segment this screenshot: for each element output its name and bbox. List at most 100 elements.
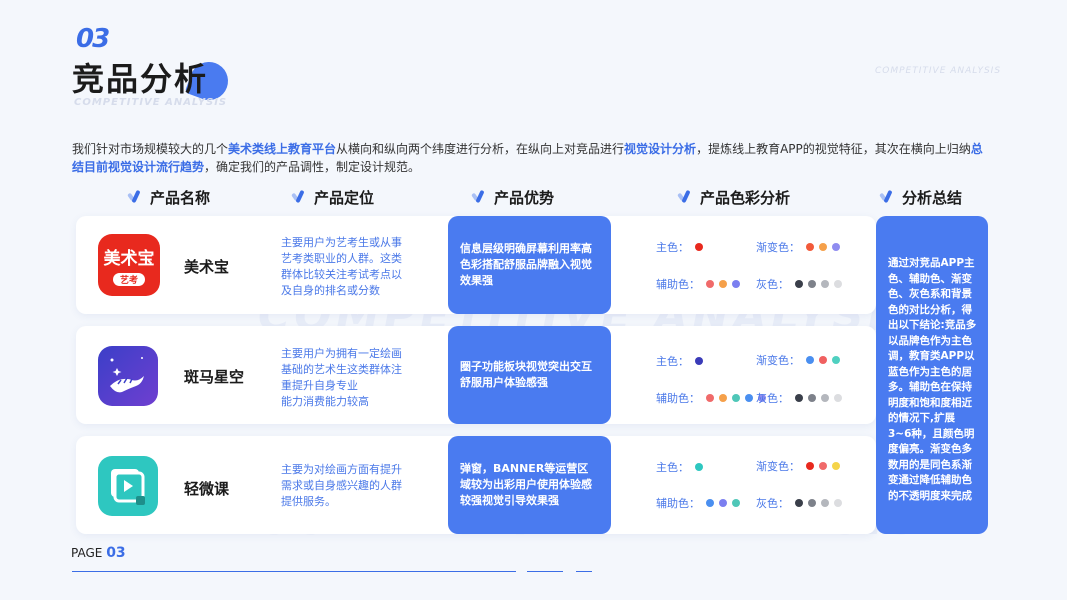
check-icon <box>678 190 692 204</box>
icon-text-sub: 艺考 <box>112 273 145 286</box>
gradient-color-label: 渐变色： <box>756 241 800 254</box>
intro-text-3: ，提炼线上教育APP的视觉特征，其次在横向上归纳 <box>696 142 971 156</box>
check-icon <box>292 190 306 204</box>
summary-text: 通过对竞品APP主色、辅助色、渐变色、灰色系和背景色的对比分析，得出以下结论:竞… <box>888 257 977 502</box>
column-header-summary: 分析总结 <box>880 186 962 208</box>
positioning-line: 主要用户为艺考生或从事 <box>281 236 402 249</box>
positioning-line: 主要为对绘画方面有提升 <box>281 463 402 476</box>
page-label: PAGE <box>71 546 103 560</box>
color-swatch <box>719 280 727 288</box>
column-header-label: 产品名称 <box>150 188 211 207</box>
auxiliary-color-row: 辅助色： <box>656 276 740 292</box>
auxiliary-color-row: 辅助色： <box>656 495 740 511</box>
page-title-en: COMPETITIVE ANALYSIS <box>74 97 228 108</box>
product-positioning: 主要为对绘画方面有提升 需求或自身感兴趣的人群 提供服务。 <box>281 462 402 510</box>
main-color-swatches <box>695 357 703 365</box>
color-swatch <box>834 394 842 402</box>
column-header-name: 产品名称 <box>128 186 210 208</box>
page-number: 03 <box>106 545 126 561</box>
color-swatch <box>832 356 840 364</box>
gradient-color-label: 渐变色： <box>756 354 800 367</box>
product-name: 美术宝 <box>184 258 230 276</box>
advantage-text: 信息层级明确屏幕利用率高色彩搭配舒服品牌融入视觉效果强 <box>460 242 592 287</box>
main-color-row: 主色： <box>656 459 703 475</box>
auxiliary-color-label: 辅助色： <box>656 497 700 510</box>
gradient-color-row: 渐变色： <box>756 458 840 474</box>
color-swatch <box>832 243 840 251</box>
positioning-line: 群体比较关注考试考点以 <box>281 268 402 281</box>
gradient-color-swatches <box>806 243 840 251</box>
color-swatch <box>819 356 827 364</box>
column-header-label: 产品优势 <box>494 188 555 207</box>
gray-color-swatches <box>795 394 842 402</box>
main-color-row: 主色： <box>656 239 703 255</box>
color-swatch <box>795 280 803 288</box>
gradient-color-swatches <box>806 462 840 470</box>
color-swatch <box>732 499 740 507</box>
color-swatch <box>819 462 827 470</box>
color-swatch <box>808 280 816 288</box>
auxiliary-color-swatches <box>706 499 740 507</box>
advantage-text: 圈子功能板块视觉突出交互舒服用户体验感强 <box>460 360 592 389</box>
gray-color-row: 灰色： <box>756 276 842 292</box>
product-positioning: 主要用户为艺考生或从事 艺考类职业的人群。这类 群体比较关注考试考点以 及自身的… <box>281 235 402 299</box>
positioning-line: 需求或自身感兴趣的人群 <box>281 479 402 492</box>
gray-color-swatches <box>795 499 842 507</box>
color-swatch <box>832 462 840 470</box>
column-header-label: 产品定位 <box>314 188 375 207</box>
auxiliary-color-label: 辅助色： <box>656 392 700 405</box>
gray-color-label: 灰色： <box>756 278 789 291</box>
auxiliary-color-label: 辅助色： <box>656 278 700 291</box>
product-name: 轻微课 <box>184 480 230 498</box>
check-icon <box>472 190 486 204</box>
column-header-label: 分析总结 <box>902 188 963 207</box>
footer-divider-line <box>72 571 516 572</box>
page-title: 竞品分析 <box>72 60 209 98</box>
color-swatch <box>834 499 842 507</box>
footer-divider-line <box>527 571 563 572</box>
intro-text-2: 从横向和纵向两个纬度进行分析，在纵向上对竞品进行 <box>336 142 625 156</box>
color-swatch <box>695 357 703 365</box>
color-swatch <box>819 243 827 251</box>
video-play-icon <box>111 469 145 505</box>
footer-divider-line <box>576 571 592 572</box>
positioning-line: 提供服务。 <box>281 495 336 508</box>
color-swatch <box>745 394 753 402</box>
product-advantage-card: 信息层级明确屏幕利用率高色彩搭配舒服品牌融入视觉效果强 <box>448 216 611 314</box>
intro-paragraph: 我们针对市场规模较大的几个美术类线上教育平台从横向和纵向两个纬度进行分析，在纵向… <box>72 140 992 176</box>
main-color-label: 主色： <box>656 355 689 368</box>
gradient-color-row: 渐变色： <box>756 239 840 255</box>
corner-watermark-text: COMPETITIVE ANALYSIS <box>875 66 1002 76</box>
intro-text-4: ，确定我们的产品调性，制定设计规范。 <box>204 160 421 174</box>
color-swatch <box>732 394 740 402</box>
color-swatch <box>821 499 829 507</box>
product-advantage-card: 弹窗，BANNER等运营区域较为出彩用户使用体验感较强视觉引导效果强 <box>448 436 611 534</box>
main-color-row: 主色： <box>656 353 703 369</box>
color-swatch <box>706 280 714 288</box>
color-swatch <box>808 394 816 402</box>
check-icon <box>128 190 142 204</box>
section-number: 03 <box>76 24 110 54</box>
zebra-star-icon <box>110 357 144 393</box>
color-swatch <box>695 463 703 471</box>
column-header-color-analysis: 产品色彩分析 <box>678 186 790 208</box>
icon-text-main: 美术宝 <box>103 249 155 269</box>
color-swatch <box>719 394 727 402</box>
color-swatch <box>808 499 816 507</box>
intro-text-1: 我们针对市场规模较大的几个 <box>72 142 229 156</box>
positioning-line: 重提升自身专业 <box>281 379 358 392</box>
product-name: 斑马星空 <box>184 368 245 386</box>
main-color-swatches <box>695 463 703 471</box>
color-swatch <box>706 394 714 402</box>
color-swatch <box>706 499 714 507</box>
product-advantage-card: 圈子功能板块视觉突出交互舒服用户体验感强 <box>448 326 611 424</box>
gradient-color-swatches <box>806 356 840 364</box>
positioning-line: 主要用户为拥有一定绘画 <box>281 347 402 360</box>
color-swatch <box>806 243 814 251</box>
gradient-color-label: 渐变色： <box>756 460 800 473</box>
gray-color-row: 灰色： <box>756 390 842 406</box>
intro-highlight-1: 美术类线上教育平台 <box>228 142 337 156</box>
column-header-advantage: 产品优势 <box>472 186 554 208</box>
analysis-summary-card: 通过对竞品APP主色、辅助色、渐变色、灰色系和背景色的对比分析，得出以下结论:竞… <box>876 216 988 534</box>
advantage-text: 弹窗，BANNER等运营区域较为出彩用户使用体验感较强视觉引导效果强 <box>460 462 592 507</box>
